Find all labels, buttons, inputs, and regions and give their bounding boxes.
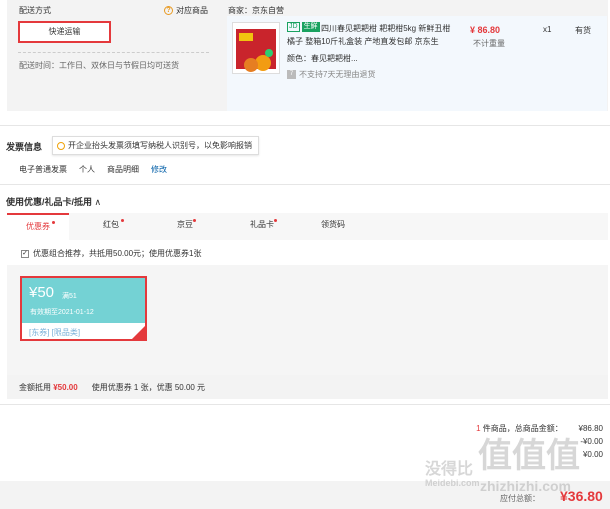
pay-label: 应付总额： <box>500 494 540 503</box>
product-quantity: x1 <box>543 25 552 34</box>
invoice-tip-text: 开企业抬头发票须填写纳税人识别号，以免影响报销 <box>68 141 252 150</box>
section-divider <box>0 184 610 185</box>
tab-label: 京豆 <box>177 220 193 229</box>
summary-amount: ¥50.00 <box>53 383 78 392</box>
shipping-title: 配送方式 <box>19 6 51 15</box>
red-dot-icon <box>274 219 277 222</box>
invoice-content: 商品明细 <box>107 165 139 174</box>
tab-redeem-code[interactable]: 领货码 <box>308 213 358 240</box>
product-color: 颜色：春见耙耙柑... <box>287 54 358 63</box>
watermark-text: 没得比 <box>425 461 474 478</box>
stock-status: 有货 <box>575 26 591 35</box>
lightbulb-icon <box>57 141 65 150</box>
coupon-validity: 有效期至2021-01-12 <box>30 309 94 316</box>
invoice-edit-link[interactable]: 修改 <box>151 164 167 175</box>
product-image[interactable] <box>232 22 280 74</box>
product-name-link[interactable]: 四川春见耙耙柑 耙耙柑5kg 新鲜丑柑橘子 整箱10斤礼盒装 产地直发包邮 京东… <box>287 22 457 48</box>
tab-red-packet[interactable]: 红包 <box>86 213 136 240</box>
return-policy: 7 不支持7天无理由退货 <box>287 69 375 80</box>
tab-label: 领货码 <box>321 220 345 229</box>
chevron-up-icon: ∧ <box>94 197 102 207</box>
summary-label: 金额抵用 <box>19 383 51 392</box>
invoice-title: 发票信息 <box>6 142 43 152</box>
invoice-type: 电子普通发票 <box>19 165 67 174</box>
selected-check-icon <box>132 326 145 339</box>
watermark-text: zhizhizhi.com <box>480 478 571 494</box>
coupon-summary: 金额抵用 ¥50.00 使用优惠券 1 张，优惠 50.00 元 <box>19 382 205 393</box>
coupon-card[interactable]: ¥50 满51 有效期至2021-01-12 [东券] [限品类] <box>20 276 147 341</box>
tab-label: 礼品卡 <box>250 220 274 229</box>
tab-label: 优惠券 <box>26 222 50 231</box>
coupon-header: ¥50 满51 有效期至2021-01-12 <box>22 278 145 323</box>
tab-gift-card[interactable]: 礼品卡 <box>232 213 292 240</box>
recommend-text: 优惠组合推荐，共抵用50.00元；使用优惠券1张 <box>33 249 202 258</box>
recommend-checkbox[interactable]: ✓ <box>21 249 29 258</box>
watermark-text: Meidebi.com <box>425 478 480 488</box>
section-divider <box>0 404 610 405</box>
invoice-details: 电子普通发票 个人 商品明细 修改 <box>19 164 167 175</box>
coupon-section-title: 使用优惠/礼品卡/抵用 <box>6 197 93 207</box>
red-dot-icon <box>52 221 55 224</box>
summary-text: 使用优惠券 1 张，优惠 50.00 元 <box>91 383 206 392</box>
red-dot-icon <box>121 219 124 222</box>
coupon-condition: 满51 <box>62 293 77 300</box>
divider <box>18 52 209 53</box>
shipping-help-link[interactable]: ? 对应商品 <box>164 5 208 16</box>
merchant-label: 商家：京东自营 <box>228 6 284 15</box>
question-icon: ? <box>164 6 173 15</box>
coupon-scope: [东券] [限品类] <box>29 328 81 337</box>
red-dot-icon <box>193 219 196 222</box>
shipping-help-label: 对应商品 <box>176 6 208 15</box>
coupon-section-toggle[interactable]: 使用优惠/礼品卡/抵用 ∧ <box>6 195 101 208</box>
invoice-holder: 个人 <box>79 165 95 174</box>
section-divider <box>0 125 610 126</box>
tab-coupons[interactable]: 优惠券 <box>7 213 69 240</box>
tab-label: 红包 <box>103 220 119 229</box>
invoice-tip: 开企业抬头发票须填写纳税人识别号，以免影响报销 <box>52 136 259 155</box>
coupon-amount: ¥50 <box>29 284 55 301</box>
watermark-logo: 值值值 <box>478 437 580 475</box>
express-shipping-button[interactable]: 快递运输 <box>18 21 111 43</box>
product-price: ¥ 86.80 <box>470 25 501 35</box>
return-policy-label: 不支持7天无理由退货 <box>299 70 376 79</box>
recommend-option[interactable]: ✓ 优惠组合推荐，共抵用50.00元；使用优惠券1张 <box>21 248 201 259</box>
no-return-icon: 7 <box>287 70 296 79</box>
product-weight: 不计重量 <box>473 39 505 48</box>
delivery-time: 配送时间：工作日、双休日与节假日均可送货 <box>19 61 179 70</box>
tab-jd-beans[interactable]: 京豆 <box>160 213 210 240</box>
